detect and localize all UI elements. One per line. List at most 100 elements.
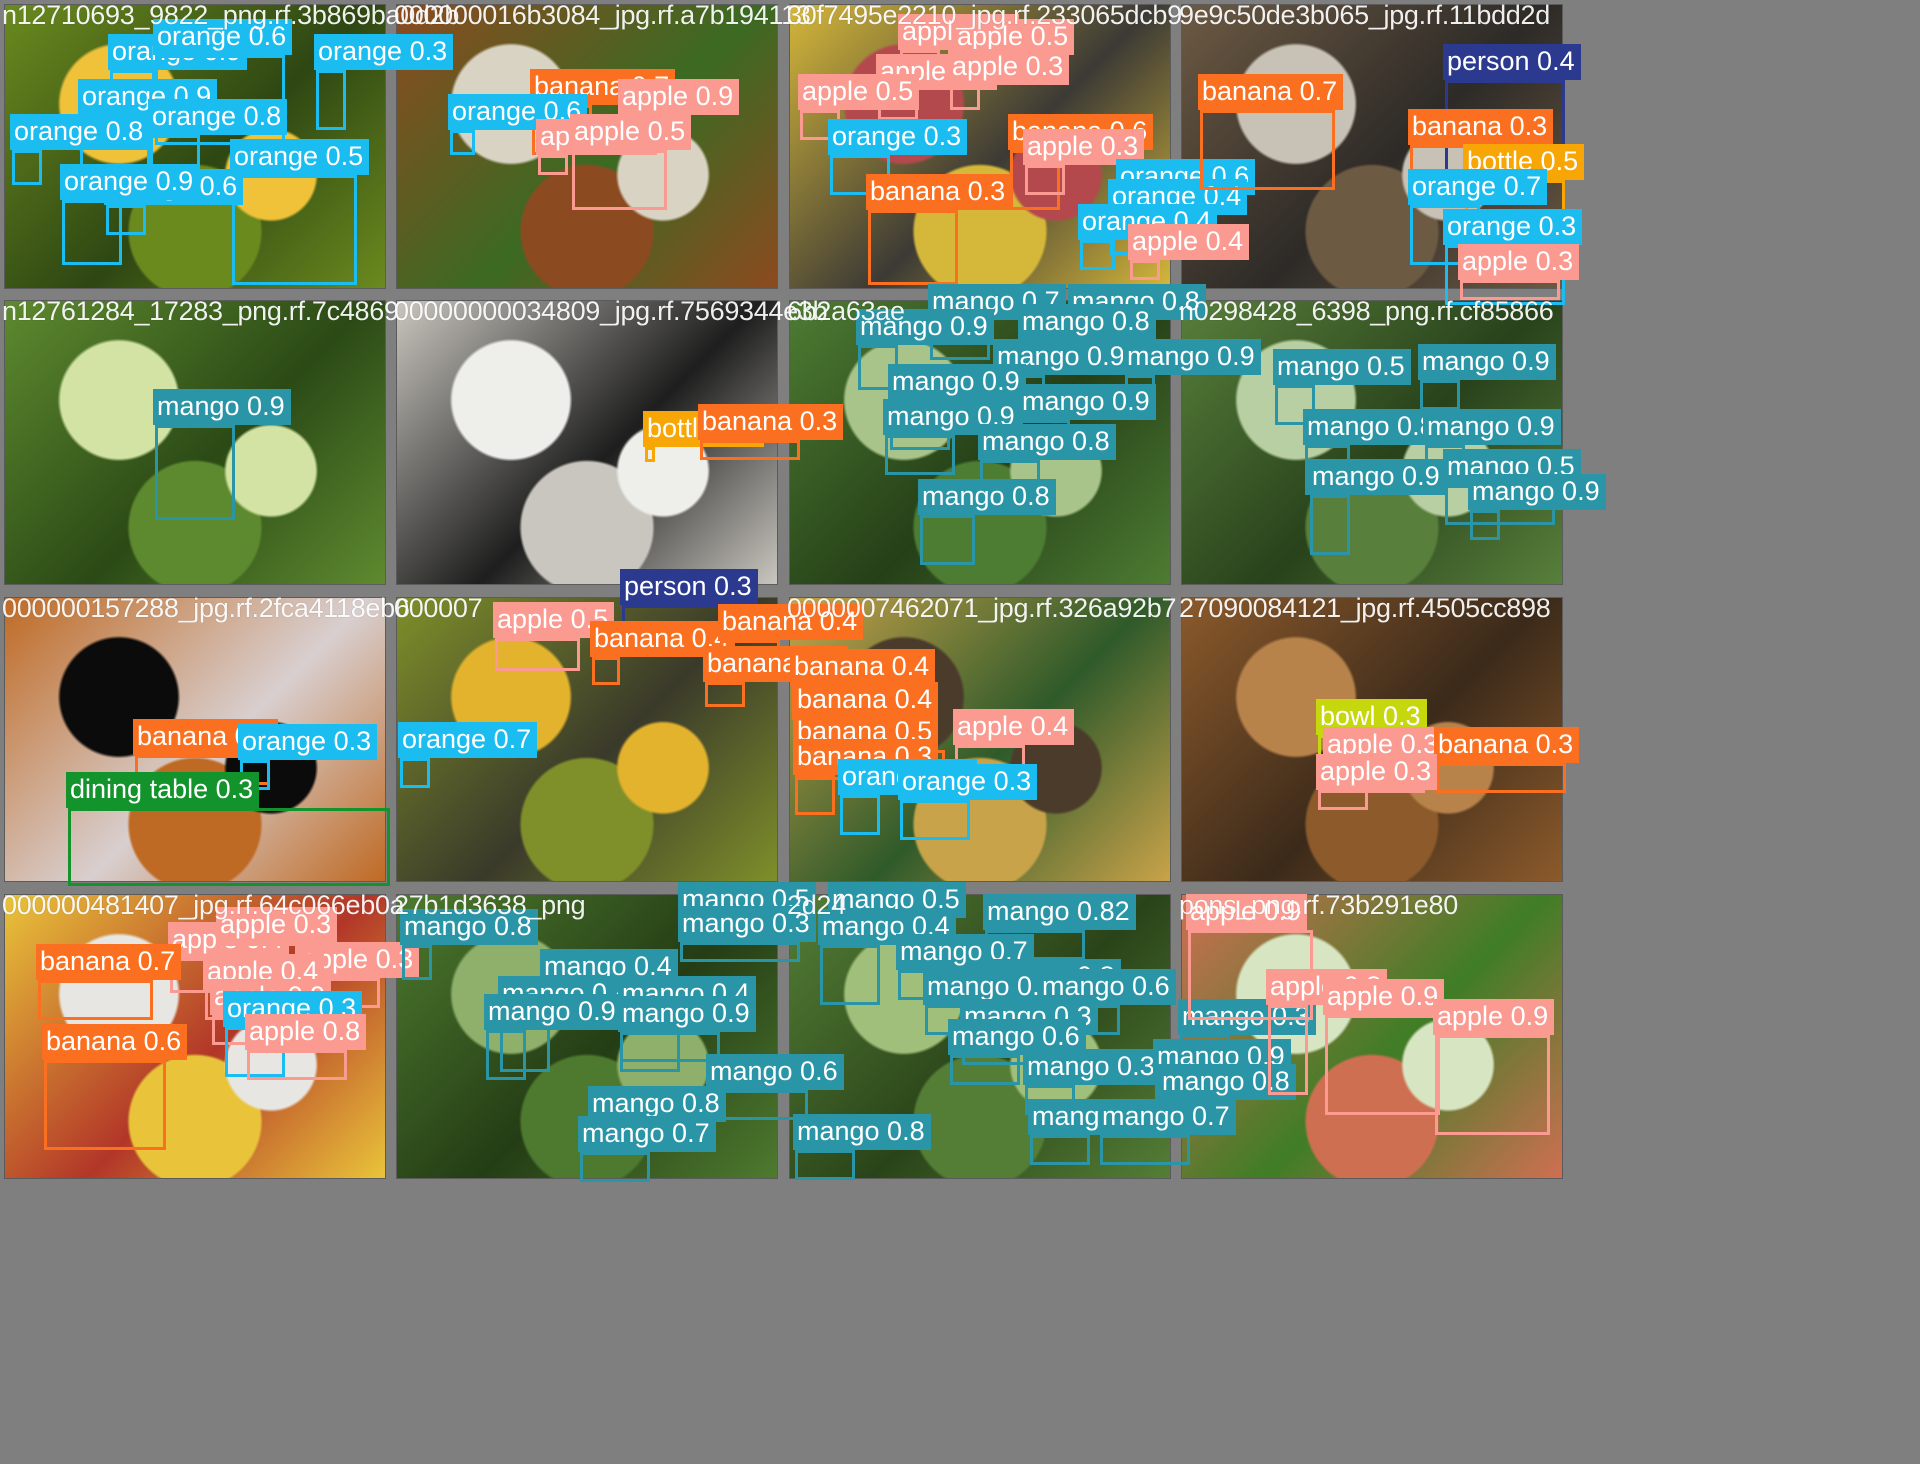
detection-label: mango 0.8 bbox=[793, 1114, 931, 1150]
tile-filename: n0298428_6398_png.rf.cf85866 bbox=[1179, 296, 1554, 326]
detection-label: apple 0.4 bbox=[953, 709, 1075, 745]
detection-outline bbox=[12, 150, 42, 185]
detection-label: mango 0.8 bbox=[918, 479, 1056, 515]
detection-box: banana 0.7 bbox=[1198, 74, 1344, 190]
detection-outline bbox=[44, 1060, 166, 1150]
detection-outline bbox=[840, 795, 880, 835]
detection-label: apple 0.3 bbox=[1316, 754, 1438, 790]
detection-box: apple 0.3 bbox=[1023, 129, 1145, 195]
detection-box: apple 0.5 bbox=[570, 114, 692, 210]
detection-box: mango 0.8 bbox=[918, 479, 1056, 565]
detection-label: mango 0.9 bbox=[1123, 339, 1261, 375]
detection-label: apple 0.9 bbox=[618, 79, 740, 115]
detection-box: mango 0.9 bbox=[1308, 459, 1446, 555]
detection-outline bbox=[1080, 240, 1115, 270]
detection-label: apple 0.5 bbox=[798, 74, 920, 110]
detection-label: mango 0.6 bbox=[706, 1054, 844, 1090]
detection-label: apple 0.9 bbox=[1323, 979, 1445, 1015]
detection-box: orange 0.7 bbox=[398, 722, 538, 788]
detection-outline bbox=[450, 130, 475, 155]
tile-filename: 27b1d3638_png bbox=[394, 890, 586, 920]
detection-label: apple 0.3 bbox=[1458, 244, 1580, 280]
detection-outline bbox=[900, 800, 970, 840]
detection-box: mango 0.9 bbox=[883, 399, 1021, 475]
detection-label: orange 0.9 bbox=[60, 164, 200, 200]
detection-outline bbox=[1200, 110, 1335, 190]
detection-box: mango 0.8 bbox=[793, 1114, 931, 1180]
tile-filename: 9e9c50de3b065_jpg.rf.11bdd2d bbox=[1179, 0, 1550, 30]
detection-outline bbox=[950, 1055, 1020, 1085]
detection-box: banana 0.7 bbox=[36, 944, 182, 1020]
detection-label: mango 0.82 bbox=[983, 894, 1136, 930]
detection-box: orange 0.8 bbox=[10, 114, 150, 185]
detection-box: apple 0.8 bbox=[1266, 969, 1388, 1095]
detection-outline bbox=[1325, 1015, 1440, 1115]
detection-box: orange 0.5 bbox=[230, 139, 370, 285]
tile-filename: n12710693_9822_png.rf.3b869ba0d2b bbox=[2, 0, 460, 30]
tile-filename: 27090084121_jpg.rf.4505cc898 bbox=[1179, 593, 1551, 623]
detection-outline bbox=[620, 1032, 720, 1062]
detection-label: banana 0.7 bbox=[1198, 74, 1344, 110]
detection-label: person 0.3 bbox=[620, 569, 758, 605]
detection-box: mango 0.7 bbox=[1098, 1099, 1236, 1165]
detection-box: mango 0.7 bbox=[578, 1116, 716, 1182]
detection-outline bbox=[495, 638, 580, 671]
detection-box: apple 0.3 bbox=[948, 49, 1070, 110]
detection-outline bbox=[1435, 1035, 1550, 1135]
detection-label: banana 0.3 bbox=[1434, 727, 1580, 763]
detection-outline bbox=[232, 175, 357, 285]
detection-outline bbox=[868, 210, 958, 285]
detection-outline bbox=[486, 1030, 526, 1080]
detection-outline bbox=[680, 942, 800, 962]
detection-label: mango 0.8 bbox=[1018, 304, 1156, 340]
detection-box: mango 0.9 bbox=[153, 389, 291, 520]
detection-outline bbox=[820, 945, 880, 1005]
detection-label: mango 0.7 bbox=[578, 1116, 716, 1152]
detection-mosaic: n12710693_9822_png.rf.3b869ba0d2borange … bbox=[0, 0, 1920, 1464]
detection-label: banana 0.3 bbox=[698, 404, 844, 440]
detection-box: mango 0.6 bbox=[948, 1019, 1086, 1085]
detection-label: orange 0.3 bbox=[1443, 209, 1583, 245]
detection-label: mango 0.7 bbox=[1098, 1099, 1236, 1135]
detection-outline bbox=[155, 425, 235, 520]
detection-outline bbox=[1318, 790, 1368, 810]
tile-filename: 000007 bbox=[394, 593, 483, 623]
detection-label: banana 0.3 bbox=[866, 174, 1012, 210]
detection-label: person 0.4 bbox=[1443, 44, 1581, 80]
detection-box: mango 0.6 bbox=[1028, 1099, 1166, 1165]
tile-filename: 2d24 bbox=[787, 890, 846, 920]
detection-box: mango 0.9 bbox=[484, 994, 622, 1080]
detection-box: banana 0.4 bbox=[590, 621, 736, 685]
detection-label: mango 0.9 bbox=[888, 364, 1026, 400]
detection-box: apple 0.9 bbox=[1433, 999, 1555, 1135]
detection-label: orange 0.8 bbox=[148, 99, 288, 135]
detection-outline bbox=[400, 758, 430, 788]
detection-label: mango 0.8 bbox=[978, 424, 1116, 460]
detection-label: mango 0.9 bbox=[1423, 409, 1561, 445]
detection-label: mango 0.9 bbox=[1308, 459, 1446, 495]
detection-label: mango 0.9 bbox=[618, 996, 756, 1032]
detection-box: orange 0.3 bbox=[314, 34, 454, 130]
detection-label: orange 0.7 bbox=[1408, 169, 1548, 205]
detection-label: mango 0.9 bbox=[153, 389, 291, 425]
detection-label: banana 0.6 bbox=[42, 1024, 188, 1060]
detection-label: apple 0.5 bbox=[570, 114, 692, 150]
detection-label: orange 0.8 bbox=[10, 114, 150, 150]
tile-filename: 000000157288_jpg.rf.2fca4118eb6 bbox=[2, 593, 410, 623]
detection-label: banana 0.4 bbox=[790, 649, 936, 685]
detection-outline bbox=[645, 447, 655, 462]
detection-label: orange 0.3 bbox=[314, 34, 454, 70]
detection-label: apple 0.4 bbox=[1128, 224, 1250, 260]
tile-filename: 000000481407_jpg.rf.64c066eb0a bbox=[2, 890, 405, 920]
detection-outline bbox=[572, 150, 667, 210]
detection-label: orange 0.3 bbox=[828, 119, 968, 155]
detection-label: mango 0.9 bbox=[484, 994, 622, 1030]
detection-box: banana 0.3 bbox=[698, 404, 844, 460]
detection-label: mango 0.9 bbox=[1468, 474, 1606, 510]
detection-box: orange 0.9 bbox=[60, 164, 200, 265]
detection-label: mango 0.5 bbox=[1273, 349, 1411, 385]
detection-label: apple 0.3 bbox=[948, 49, 1070, 85]
detection-outline bbox=[580, 1152, 650, 1182]
detection-label: banana 0.3 bbox=[1408, 109, 1554, 145]
detection-outline bbox=[62, 200, 122, 265]
